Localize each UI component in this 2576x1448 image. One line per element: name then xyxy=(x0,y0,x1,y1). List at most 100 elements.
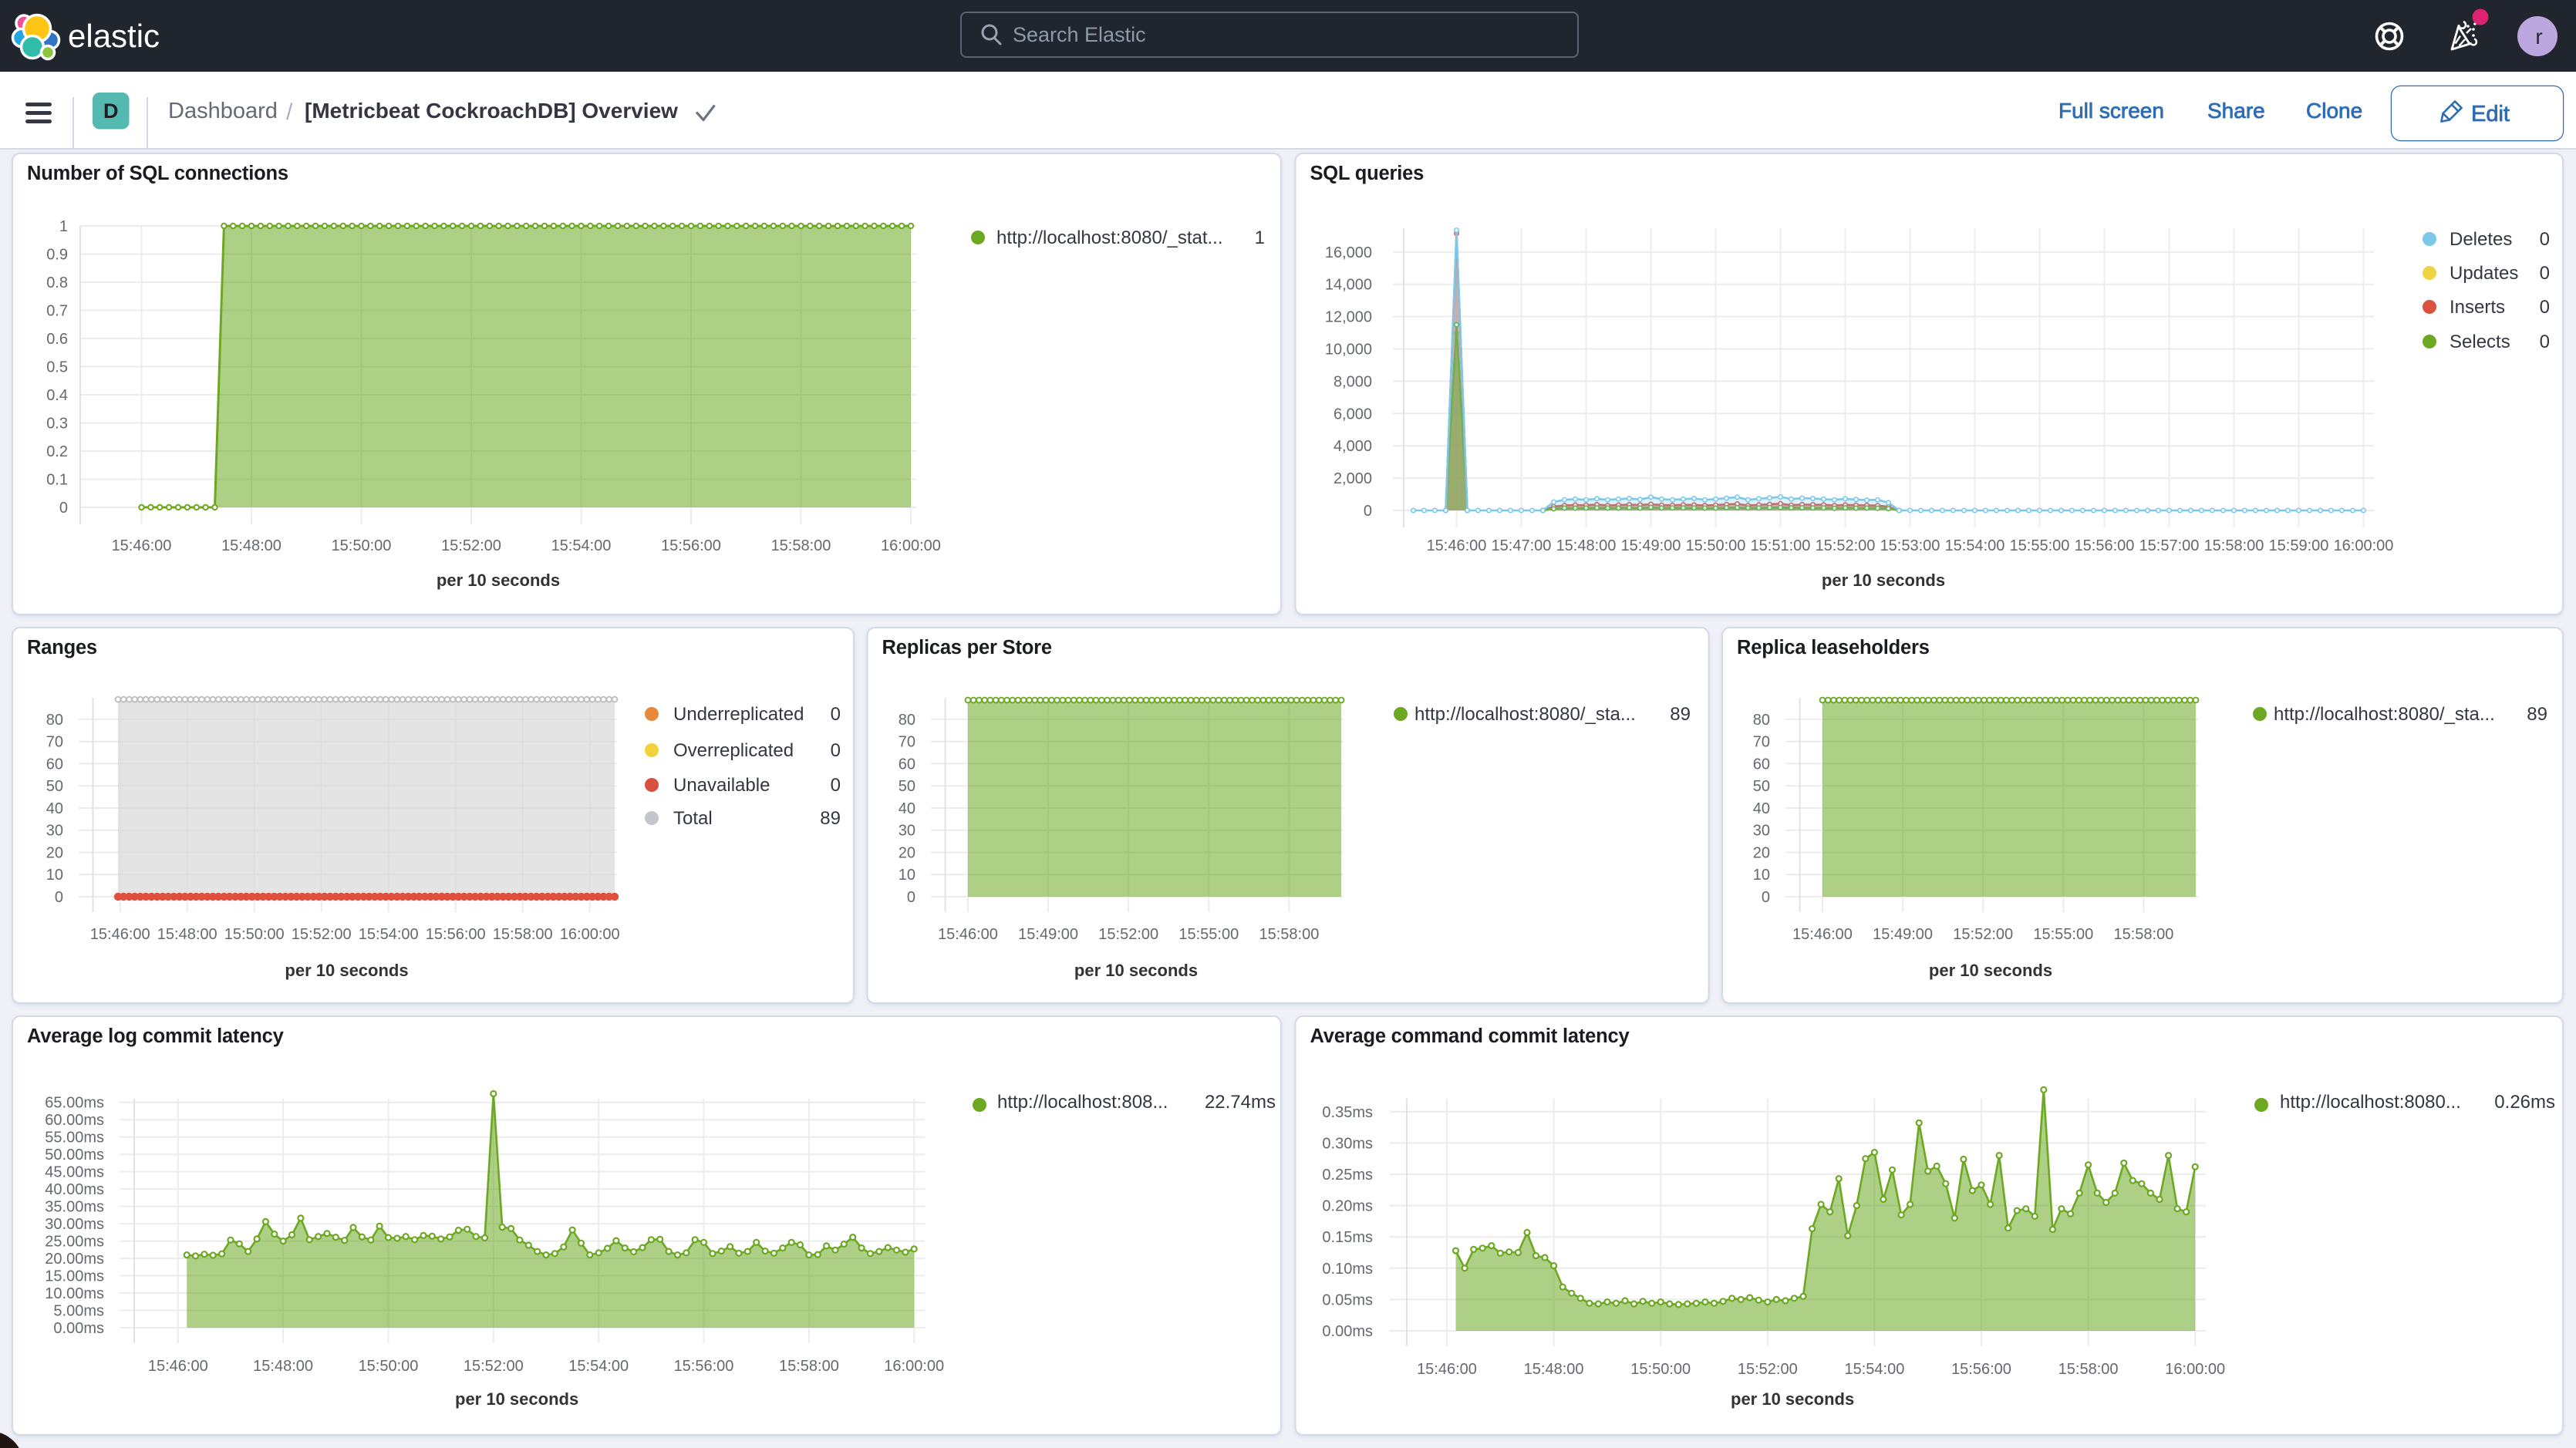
svg-text:15:59:00: 15:59:00 xyxy=(2269,537,2329,554)
svg-text:1: 1 xyxy=(1255,227,1265,248)
svg-text:0: 0 xyxy=(2540,263,2550,284)
svg-text:0.30ms: 0.30ms xyxy=(1322,1135,1373,1152)
svg-text:elastic: elastic xyxy=(68,18,160,54)
svg-text:15:52:00: 15:52:00 xyxy=(1953,926,2013,943)
svg-text:10,000: 10,000 xyxy=(1325,342,1372,359)
svg-text:40: 40 xyxy=(1753,800,1770,817)
svg-text:15:56:00: 15:56:00 xyxy=(2075,537,2135,554)
svg-text:15:48:00: 15:48:00 xyxy=(1556,537,1617,554)
svg-text:15:50:00: 15:50:00 xyxy=(1630,1361,1691,1378)
svg-text:per 10 seconds: per 10 seconds xyxy=(1731,1389,1854,1409)
svg-text:70: 70 xyxy=(899,734,915,751)
svg-text:per 10 seconds: per 10 seconds xyxy=(1822,571,1945,590)
svg-text:Replica leaseholders: Replica leaseholders xyxy=(1737,637,1930,658)
svg-text:10.00ms: 10.00ms xyxy=(45,1285,104,1302)
svg-text:0: 0 xyxy=(2540,297,2550,318)
svg-text:60: 60 xyxy=(899,756,915,773)
svg-text:15:48:00: 15:48:00 xyxy=(157,926,217,943)
svg-text:15:58:00: 15:58:00 xyxy=(2113,926,2173,943)
svg-text:5.00ms: 5.00ms xyxy=(53,1303,104,1320)
svg-text:16,000: 16,000 xyxy=(1325,244,1372,261)
svg-text:70: 70 xyxy=(1753,734,1770,751)
svg-text:50: 50 xyxy=(1753,778,1770,795)
svg-text:SQL queries: SQL queries xyxy=(1310,163,1425,184)
svg-text:15:52:00: 15:52:00 xyxy=(441,537,501,554)
svg-text:30: 30 xyxy=(46,823,63,840)
svg-text:15:52:00: 15:52:00 xyxy=(1816,537,1876,554)
svg-text:15:54:00: 15:54:00 xyxy=(359,926,419,943)
svg-text:Average command commit latency: Average command commit latency xyxy=(1310,1025,1630,1047)
svg-text:Dashboard: Dashboard xyxy=(168,99,278,123)
svg-text:4,000: 4,000 xyxy=(1334,438,1372,455)
svg-text:80: 80 xyxy=(899,712,915,729)
svg-text:60: 60 xyxy=(46,756,63,773)
svg-text:0.5: 0.5 xyxy=(46,359,68,376)
svg-text:35.00ms: 35.00ms xyxy=(45,1199,104,1216)
svg-text:Edit: Edit xyxy=(2471,102,2510,126)
svg-text:15:57:00: 15:57:00 xyxy=(2139,537,2200,554)
svg-text:10: 10 xyxy=(899,867,915,884)
svg-text:45.00ms: 45.00ms xyxy=(45,1164,104,1181)
svg-text:16:00:00: 16:00:00 xyxy=(884,1358,944,1375)
svg-text:Total: Total xyxy=(673,808,713,829)
svg-text:15:46:00: 15:46:00 xyxy=(938,926,998,943)
svg-text:15:50:00: 15:50:00 xyxy=(332,537,392,554)
svg-text:0.9: 0.9 xyxy=(46,247,68,264)
svg-text:15:50:00: 15:50:00 xyxy=(224,926,285,943)
svg-text:15:52:00: 15:52:00 xyxy=(1738,1361,1798,1378)
svg-text:0.15ms: 0.15ms xyxy=(1322,1229,1373,1246)
svg-text:Inserts: Inserts xyxy=(2450,297,2505,318)
svg-text:60.00ms: 60.00ms xyxy=(45,1112,104,1129)
svg-text:15:56:00: 15:56:00 xyxy=(661,537,721,554)
svg-text:30.00ms: 30.00ms xyxy=(45,1216,104,1233)
svg-text:per 10 seconds: per 10 seconds xyxy=(1074,961,1198,980)
svg-text:15:49:00: 15:49:00 xyxy=(1018,926,1078,943)
svg-text:Clone: Clone xyxy=(2306,99,2362,123)
svg-text:15:49:00: 15:49:00 xyxy=(1873,926,1933,943)
svg-text:r: r xyxy=(2535,25,2542,49)
svg-text:0: 0 xyxy=(55,889,63,906)
svg-text:15:58:00: 15:58:00 xyxy=(493,926,553,943)
svg-text:http://localhost:8080/_sta...: http://localhost:8080/_sta... xyxy=(2274,704,2495,725)
svg-text:70: 70 xyxy=(46,734,63,751)
svg-text:16:00:00: 16:00:00 xyxy=(2334,537,2394,554)
svg-text:0: 0 xyxy=(831,775,841,796)
svg-text:0.00ms: 0.00ms xyxy=(1322,1323,1373,1340)
svg-text:Updates: Updates xyxy=(2450,263,2518,284)
svg-text:15:50:00: 15:50:00 xyxy=(1686,537,1746,554)
svg-text:22.74ms: 22.74ms xyxy=(1205,1092,1276,1113)
svg-text:10: 10 xyxy=(1753,867,1770,884)
svg-text:0.25ms: 0.25ms xyxy=(1322,1167,1373,1184)
svg-text:40: 40 xyxy=(899,800,915,817)
svg-text:15:46:00: 15:46:00 xyxy=(1417,1361,1477,1378)
svg-text:0: 0 xyxy=(831,740,841,761)
svg-text:http://localhost:8080/_sta...: http://localhost:8080/_sta... xyxy=(1414,704,1636,725)
svg-text:15:47:00: 15:47:00 xyxy=(1492,537,1552,554)
svg-text:15:58:00: 15:58:00 xyxy=(2058,1361,2119,1378)
svg-text:80: 80 xyxy=(1753,712,1770,729)
svg-text:6,000: 6,000 xyxy=(1334,406,1372,423)
svg-text:Share: Share xyxy=(2207,99,2265,123)
svg-text:0.4: 0.4 xyxy=(46,387,68,404)
svg-text:20: 20 xyxy=(46,845,63,862)
svg-text:65.00ms: 65.00ms xyxy=(45,1095,104,1112)
svg-text:15:49:00: 15:49:00 xyxy=(1621,537,1681,554)
svg-text:15:55:00: 15:55:00 xyxy=(1178,926,1239,943)
svg-text:0.05ms: 0.05ms xyxy=(1322,1291,1373,1308)
svg-text:0.7: 0.7 xyxy=(46,303,68,320)
svg-text:2,000: 2,000 xyxy=(1334,470,1372,487)
svg-text:40: 40 xyxy=(46,800,63,817)
svg-text:15:56:00: 15:56:00 xyxy=(426,926,486,943)
svg-text:Overreplicated: Overreplicated xyxy=(673,740,794,761)
svg-text:15:56:00: 15:56:00 xyxy=(1951,1361,2011,1378)
svg-text:14,000: 14,000 xyxy=(1325,277,1372,294)
svg-text:Average log commit latency: Average log commit latency xyxy=(27,1025,285,1047)
svg-text:16:00:00: 16:00:00 xyxy=(881,537,941,554)
svg-text:0.10ms: 0.10ms xyxy=(1322,1261,1373,1278)
svg-text:0.26ms: 0.26ms xyxy=(2494,1092,2555,1113)
svg-text:0.00ms: 0.00ms xyxy=(53,1320,104,1337)
svg-text:50: 50 xyxy=(46,778,63,795)
svg-text:15:54:00: 15:54:00 xyxy=(1844,1361,1904,1378)
svg-text:15:48:00: 15:48:00 xyxy=(1524,1361,1584,1378)
svg-text:15:58:00: 15:58:00 xyxy=(771,537,831,554)
